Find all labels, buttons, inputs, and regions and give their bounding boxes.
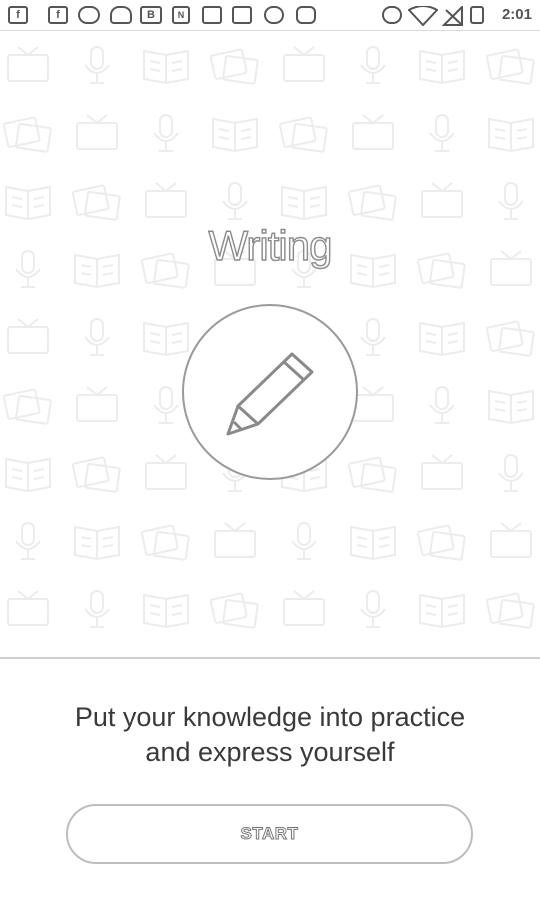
tv-icon	[490, 522, 532, 558]
cards-icon	[71, 456, 121, 493]
tv-icon	[145, 454, 187, 490]
book-icon	[488, 117, 534, 153]
divider	[0, 657, 540, 659]
square-icon	[202, 6, 222, 24]
battery-icon	[470, 6, 484, 24]
tv-icon	[145, 182, 187, 218]
tv-icon	[7, 46, 49, 82]
microphone-icon	[15, 522, 41, 560]
microphone-icon	[84, 46, 110, 84]
book-icon	[143, 321, 189, 357]
cards-icon	[140, 524, 190, 561]
cards-icon	[347, 184, 397, 221]
microphone-icon	[84, 590, 110, 628]
tv-icon	[421, 182, 463, 218]
tagline-line-2: and express yourself	[145, 737, 395, 767]
microphone-icon	[153, 114, 179, 152]
blog-icon: B	[140, 6, 162, 24]
tv-icon	[283, 590, 325, 626]
book-icon	[74, 525, 120, 561]
tv-icon	[7, 590, 49, 626]
microphone-icon	[360, 318, 386, 356]
tagline: Put your knowledge into practice and exp…	[0, 700, 540, 770]
tv-icon	[7, 318, 49, 354]
cards-icon	[485, 48, 535, 85]
book-icon	[419, 49, 465, 85]
microphone-icon	[498, 182, 524, 220]
cat-icon	[110, 6, 132, 24]
cards-icon	[278, 116, 328, 153]
book-icon	[488, 389, 534, 425]
book-icon	[281, 185, 327, 221]
alarm-icon	[382, 6, 402, 24]
pencil-icon	[226, 352, 314, 436]
book-icon	[419, 593, 465, 629]
microphone-icon	[360, 590, 386, 628]
book-icon	[5, 457, 51, 493]
status-bar: f f B N 2:01	[0, 0, 540, 31]
tv-icon	[421, 454, 463, 490]
cards-icon	[209, 592, 259, 629]
tagline-line-1: Put your knowledge into practice	[74, 702, 466, 732]
record-icon	[264, 6, 284, 24]
tv-icon	[76, 386, 118, 422]
microphone-icon	[429, 386, 455, 424]
pencil-badge	[182, 304, 358, 480]
book-icon	[350, 525, 396, 561]
cards-icon	[2, 116, 52, 153]
microphone-icon	[360, 46, 386, 84]
hero-title: Writing	[208, 221, 333, 269]
nfc-icon: N	[172, 6, 190, 24]
clock: 2:01	[501, 6, 532, 23]
book-icon	[143, 593, 189, 629]
book-icon	[419, 321, 465, 357]
book-icon	[5, 185, 51, 221]
book-icon	[143, 49, 189, 85]
tv-icon	[76, 114, 118, 150]
no-signal-icon	[442, 6, 463, 26]
cards-icon	[209, 48, 259, 85]
book-icon	[212, 117, 258, 153]
cards-icon	[485, 592, 535, 629]
start-button[interactable]: START	[66, 804, 473, 864]
cards-icon	[485, 320, 535, 357]
microphone-icon	[84, 318, 110, 356]
facebook-icon: f	[8, 6, 28, 24]
facebook-icon: f	[48, 6, 68, 24]
tv-icon	[352, 386, 394, 422]
chat-icon	[78, 6, 100, 24]
tv-icon	[283, 46, 325, 82]
tv-icon	[352, 114, 394, 150]
microphone-icon	[498, 454, 524, 492]
wifi-icon	[408, 6, 438, 26]
lock-icon	[232, 6, 252, 24]
microphone-icon	[291, 522, 317, 560]
cards-icon	[416, 524, 466, 561]
microphone-icon	[222, 182, 248, 220]
bot-icon	[296, 6, 316, 24]
hero-banner: Writing	[0, 31, 540, 657]
microphone-icon	[429, 114, 455, 152]
tv-icon	[214, 522, 256, 558]
cards-icon	[71, 184, 121, 221]
microphone-icon	[153, 386, 179, 424]
cards-icon	[2, 388, 52, 425]
